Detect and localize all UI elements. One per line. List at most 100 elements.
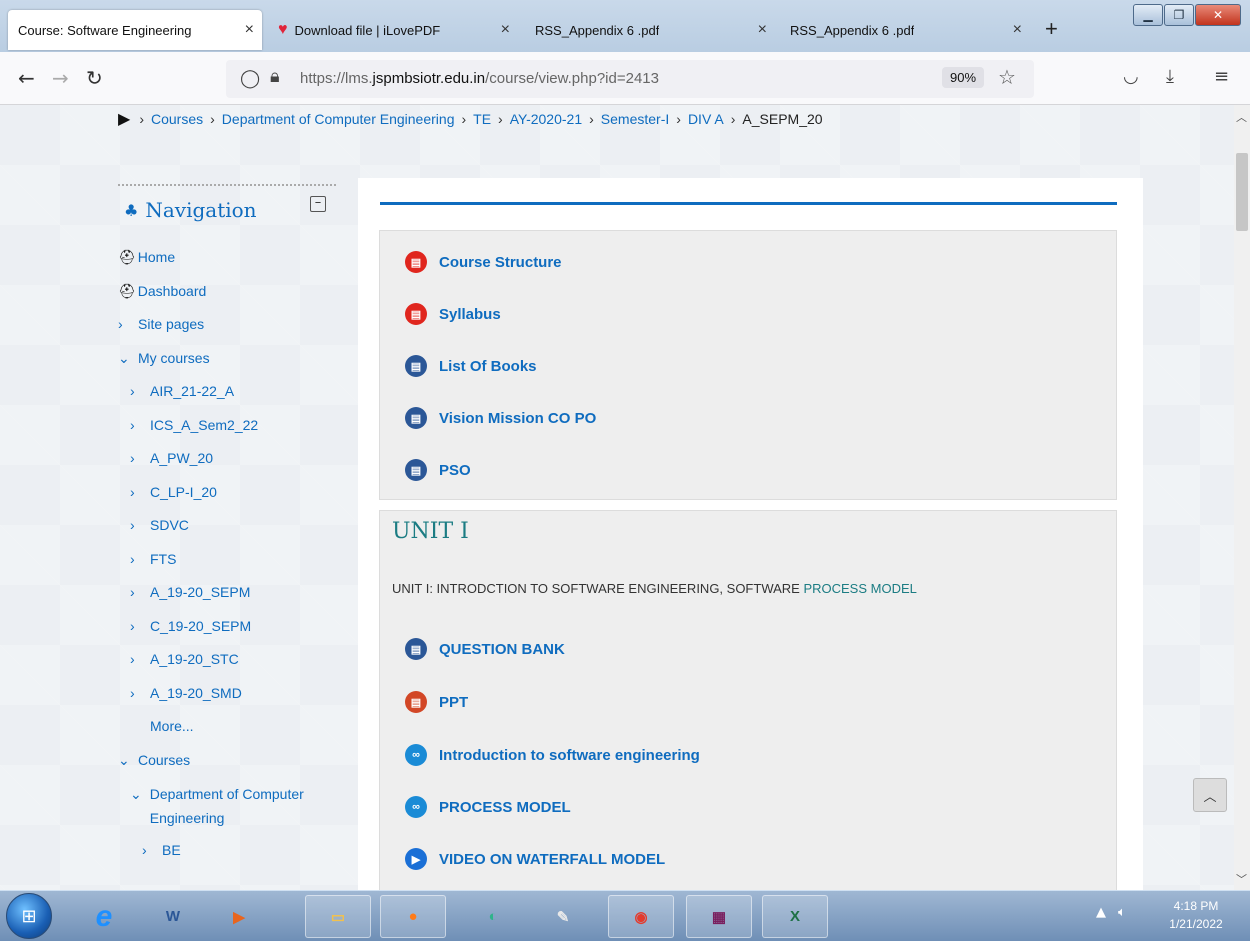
activity-vision-mission[interactable]: ▤ Vision Mission CO PO xyxy=(405,407,596,429)
scroll-up-icon[interactable]: ︿ xyxy=(1236,109,1247,125)
navigation-title: ♣ Navigation xyxy=(124,198,257,222)
nav-item-home[interactable]: ⛑ Home xyxy=(118,246,340,280)
chrome-icon[interactable]: ◉ xyxy=(608,895,674,938)
activity-process-model[interactable]: ∞ PROCESS MODEL xyxy=(405,796,571,818)
breadcrumb-te[interactable]: TE xyxy=(473,111,491,127)
nav-item-course[interactable]: › A_19-20_STC xyxy=(118,648,340,682)
pocket-icon[interactable]: ◡ xyxy=(1123,66,1139,87)
activity-syllabus[interactable]: ▤ Syllabus xyxy=(405,303,501,325)
nav-item-courses[interactable]: ⌄ Courses xyxy=(118,749,340,783)
close-window-button[interactable]: ✕ xyxy=(1195,4,1241,26)
new-tab-button[interactable]: + xyxy=(1045,16,1058,42)
chevron-right-icon: › xyxy=(130,416,135,433)
tab-course-software-engineering[interactable]: Course: Software Engineering × xyxy=(8,10,262,50)
tray-expand-icon[interactable]: ▲ xyxy=(1096,905,1106,920)
scroll-down-icon[interactable]: ﹀ xyxy=(1236,871,1247,887)
nav-item-course[interactable]: › AIR_21-22_A xyxy=(118,380,340,414)
zoom-level[interactable]: 90% xyxy=(942,67,985,88)
chevron-right-icon: › xyxy=(130,450,135,466)
nav-item-course[interactable]: › C_19-20_SEPM xyxy=(118,615,340,649)
tab-strip: Course: Software Engineering × ♥ Downloa… xyxy=(0,0,1250,52)
back-arrow-icon[interactable]: ← xyxy=(18,66,35,90)
nav-item-course[interactable]: › C_LP-I_20 xyxy=(118,481,340,515)
nav-item-course[interactable]: › A_19-20_SEPM xyxy=(118,581,340,615)
chevron-right-icon: › xyxy=(118,316,123,332)
activity-intro-se[interactable]: ∞ Introduction to software engineering xyxy=(405,744,700,766)
nav-item-course[interactable]: › A_PW_20 xyxy=(118,447,340,481)
section-summary: UNIT I: INTRODCTION TO SOFTWARE ENGINEER… xyxy=(392,581,917,596)
nav-item-site-pages[interactable]: › Site pages xyxy=(118,313,340,347)
nav-item-dashboard[interactable]: ⛑ Dashboard xyxy=(118,280,340,314)
edge-icon[interactable]: ◐ xyxy=(460,895,526,938)
ie-icon[interactable]: e xyxy=(78,895,130,938)
breadcrumb-division[interactable]: DIV A xyxy=(688,111,724,127)
url-text[interactable]: https://lms.jspmbsiotr.edu.in/course/vie… xyxy=(300,70,659,87)
breadcrumb-year[interactable]: AY-2020-21 xyxy=(510,111,582,127)
nav-item-course[interactable]: › A_19-20_SMD xyxy=(118,682,340,716)
address-bar[interactable]: ◯ 🔒︎ https://lms.jspmbsiotr.edu.in/cours… xyxy=(226,60,1034,98)
paint-icon[interactable]: ✎ xyxy=(530,895,596,938)
breadcrumb-department[interactable]: Department of Computer Engineering xyxy=(222,111,455,127)
close-icon[interactable]: × xyxy=(245,21,254,39)
section-title[interactable]: UNIT I xyxy=(392,519,469,544)
lock-icon[interactable]: 🔒︎ xyxy=(270,66,280,87)
activity-list-of-books[interactable]: ▤ List Of Books xyxy=(405,355,537,377)
menu-icon[interactable]: ≡ xyxy=(1214,66,1229,87)
chevron-down-icon: ⌄ xyxy=(130,786,142,802)
page-viewport: ▶ › Courses › Department of Computer Engin… xyxy=(0,105,1234,890)
page-scrollbar[interactable]: ︿ ﹀ xyxy=(1234,105,1250,890)
chevron-right-icon: › xyxy=(130,517,135,533)
course-content: ▤ Course Structure ▤ Syllabus ▤ List Of Boo… xyxy=(358,178,1143,890)
heart-icon: ♥ xyxy=(278,21,288,38)
maximize-button[interactable]: ❐ xyxy=(1164,4,1194,26)
explorer-icon[interactable]: ▭ xyxy=(305,895,371,938)
nav-item-be[interactable]: › BE xyxy=(118,839,340,873)
activity-course-structure[interactable]: ▤ Course Structure xyxy=(405,251,562,273)
nav-item-department[interactable]: ⌄ Department of Computer Engineering xyxy=(118,782,340,839)
nav-item-course[interactable]: › FTS xyxy=(118,548,340,582)
tab-download-file[interactable]: ♥ Download file | iLovePDF × xyxy=(268,10,518,50)
powerpoint-icon: ▤ xyxy=(405,691,427,713)
breadcrumb-courses[interactable]: Courses xyxy=(151,111,203,127)
close-icon[interactable]: × xyxy=(501,21,510,39)
chevron-right-icon: › xyxy=(130,383,135,399)
breadcrumb-semester[interactable]: Semester-I xyxy=(601,111,669,127)
download-icon[interactable]: ⤓ xyxy=(1166,66,1174,87)
tab-title: Course: Software Engineering xyxy=(18,22,192,38)
tab-rss-appendix-1[interactable]: RSS_Appendix 6 .pdf × xyxy=(525,10,775,50)
chevron-right-icon: › xyxy=(130,584,135,600)
collapse-block-button[interactable]: – xyxy=(310,196,326,212)
close-icon[interactable]: × xyxy=(758,21,767,39)
nav-item-more[interactable]: More... xyxy=(118,715,340,749)
player-icon[interactable]: ▶ xyxy=(210,895,268,938)
tab-title: Download file | iLovePDF xyxy=(294,22,441,38)
tab-rss-appendix-2[interactable]: RSS_Appendix 6 .pdf × xyxy=(780,10,1030,50)
nav-item-course[interactable]: › ICS_A_Sem2_22 xyxy=(118,414,340,448)
bookmark-star-icon[interactable]: ☆ xyxy=(998,65,1016,89)
activity-ppt[interactable]: ▤ PPT xyxy=(405,691,468,713)
url-path: /course/view.php?id=2413 xyxy=(485,70,659,87)
scrollbar-thumb[interactable] xyxy=(1236,153,1248,231)
back-to-top-button[interactable]: ︿ xyxy=(1193,778,1227,812)
minimize-button[interactable]: ▁ xyxy=(1133,4,1163,26)
pdf-icon: ▤ xyxy=(405,251,427,273)
start-button[interactable]: ⊞ xyxy=(6,893,52,939)
activity-question-bank[interactable]: ▤ QUESTION BANK xyxy=(405,638,565,660)
volume-icon[interactable]: 🔈︎ xyxy=(1118,905,1126,920)
excel-icon[interactable]: X xyxy=(762,895,828,938)
general-section: ▤ Course Structure ▤ Syllabus ▤ List Of Boo… xyxy=(379,230,1117,500)
reload-icon[interactable]: ↻ xyxy=(86,66,103,90)
activity-waterfall-video[interactable]: ▶ VIDEO ON WATERFALL MODEL xyxy=(405,848,665,870)
nav-item-course[interactable]: › SDVC xyxy=(118,514,340,548)
breadcrumb-current: A_SEPM_20 xyxy=(742,111,823,127)
shield-icon[interactable]: ◯ xyxy=(240,68,260,89)
activity-pso[interactable]: ▤ PSO xyxy=(405,459,471,481)
nav-item-my-courses[interactable]: ⌄ My courses xyxy=(118,347,340,381)
firefox-icon[interactable]: ● xyxy=(380,895,446,938)
play-icon: ▶ xyxy=(405,848,427,870)
forward-arrow-icon[interactable]: → xyxy=(52,66,69,90)
system-clock[interactable]: 4:18 PM 1/21/2022 xyxy=(1150,897,1242,933)
winrar-icon[interactable]: ▦ xyxy=(686,895,752,938)
close-icon[interactable]: × xyxy=(1013,21,1022,39)
word-icon[interactable]: W xyxy=(144,895,202,938)
